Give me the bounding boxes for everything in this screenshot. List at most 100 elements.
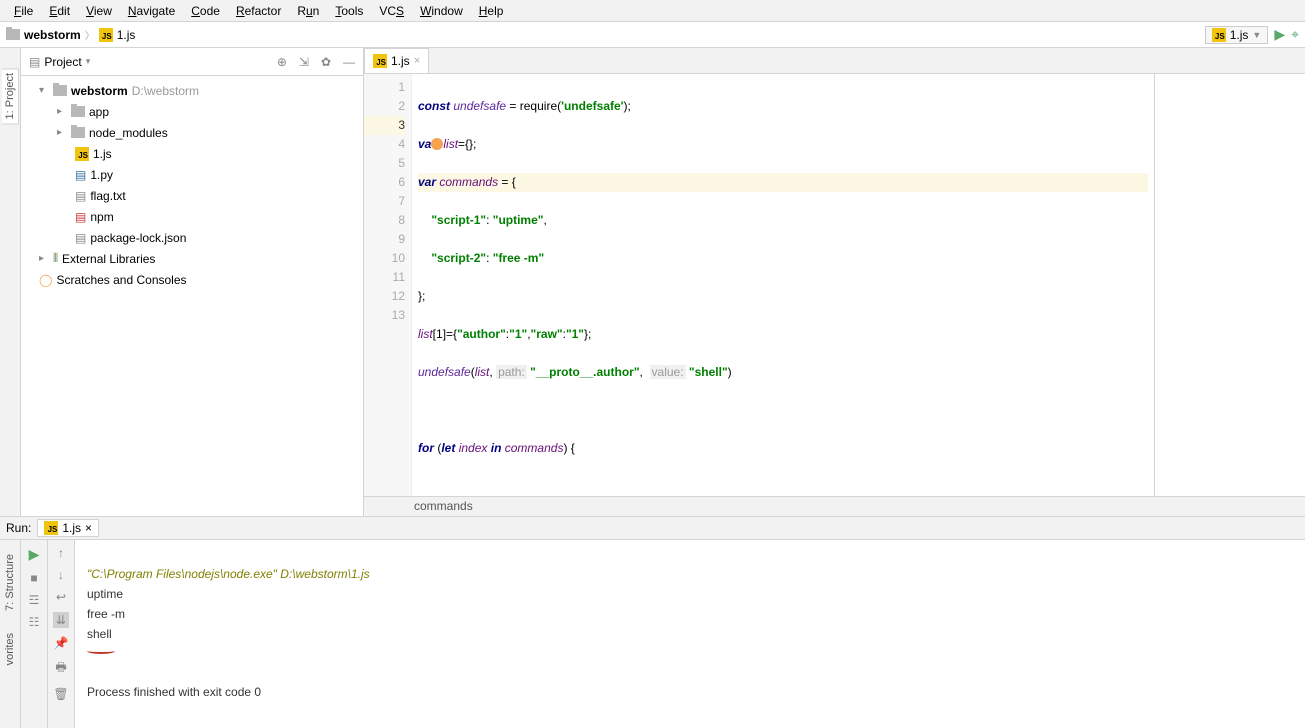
external-libraries[interactable]: ▸⫴External Libraries	[21, 248, 363, 269]
run-actions-col-1: ▶ ■ ☲ ☷	[21, 540, 48, 728]
breadcrumb[interactable]: webstorm 〉 JS 1.js	[6, 27, 135, 42]
js-file-icon: JS	[1212, 28, 1226, 42]
locate-icon[interactable]: ⊕	[277, 55, 287, 69]
menu-window[interactable]: Window	[412, 2, 471, 19]
js-file-icon: JS	[99, 28, 113, 42]
console-line: uptime	[87, 587, 123, 601]
menu-refactor[interactable]: Refactor	[228, 2, 289, 19]
scroll-icon[interactable]: ⇊	[53, 612, 69, 628]
settings-icon[interactable]: ✿	[321, 55, 331, 69]
folder-icon	[6, 29, 20, 40]
trash-icon[interactable]: 🗑	[53, 687, 68, 701]
project-header: ▤ Project ▾ ⊕ ⇲ ✿ —	[21, 48, 363, 76]
js-file-icon: JS	[75, 147, 89, 161]
print-icon[interactable]: 🖶	[55, 658, 66, 679]
layout2-button[interactable]: ☷	[29, 615, 40, 629]
project-panel: ▤ Project ▾ ⊕ ⇲ ✿ — ▾ webstorm D:\websto…	[21, 48, 364, 516]
editor-context-bar: commands	[364, 496, 1305, 516]
run-tab-1-js[interactable]: JS 1.js ×	[37, 519, 99, 537]
layout-button[interactable]: ☲	[29, 593, 40, 607]
chevron-icon: 〉	[85, 27, 95, 42]
editor-area: JS 1.js × 1 2 3 4 5 6 7 8 9 10 11 12 13 …	[364, 48, 1305, 516]
structure-tool-tab[interactable]: 7: Structure	[2, 550, 18, 615]
inspection-bulb-icon[interactable]	[431, 138, 443, 150]
run-config-label: 1.js	[1230, 28, 1249, 42]
menu-vcs[interactable]: VCS	[371, 2, 412, 19]
run-body: 7: Structure vorites ▶ ■ ☲ ☷ ↑ ↓ ↩ ⇊ 📌 🖶…	[0, 540, 1305, 728]
menu-edit[interactable]: Edit	[41, 2, 78, 19]
wrap-icon[interactable]: ↩	[56, 590, 66, 604]
menu-bar: FFileile Edit View Navigate Code Refacto…	[0, 0, 1305, 22]
run-actions-col-2: ↑ ↓ ↩ ⇊ 📌 🖶 🗑	[48, 540, 75, 728]
console-line: free -m	[87, 607, 125, 621]
project-tool-tab[interactable]: 1: Project	[2, 68, 19, 124]
editor-tabs: JS 1.js ×	[364, 48, 1305, 74]
project-root[interactable]: ▾ webstorm D:\webstorm	[21, 80, 363, 101]
tree-file-flag-txt[interactable]: ▤flag.txt	[21, 185, 363, 206]
up-icon[interactable]: ↑	[58, 546, 64, 560]
menu-tools[interactable]: Tools	[327, 2, 371, 19]
chevron-down-icon[interactable]: ▾	[86, 56, 91, 67]
js-file-icon: JS	[373, 54, 387, 68]
toolbar-right: JS 1.js ▼ ▶ ⌖	[1205, 26, 1299, 44]
rerun-button[interactable]: ▶	[29, 546, 40, 563]
tree-folder-node-modules[interactable]: ▸node_modules	[21, 122, 363, 143]
console-command: "C:\Program Files\nodejs\node.exe" D:\we…	[87, 567, 370, 581]
line-gutter[interactable]: 1 2 3 4 5 6 7 8 9 10 11 12 13	[364, 74, 412, 496]
chevron-down-icon: ▼	[1252, 30, 1261, 40]
editor-tab-1-js[interactable]: JS 1.js ×	[364, 48, 429, 73]
navigation-bar: webstorm 〉 JS 1.js JS 1.js ▼ ▶ ⌖	[0, 22, 1305, 48]
run-panel: Run: JS 1.js × 7: Structure vorites ▶ ■ …	[0, 516, 1305, 728]
menu-navigate[interactable]: Navigate	[120, 2, 183, 19]
tree-file-npm[interactable]: ▤npm	[21, 206, 363, 227]
breadcrumb-root[interactable]: webstorm	[24, 28, 81, 42]
js-file-icon: JS	[44, 521, 58, 535]
folder-icon	[71, 106, 85, 117]
run-label: Run:	[6, 521, 31, 535]
json-file-icon: ▤	[75, 231, 86, 245]
run-config-selector[interactable]: JS 1.js ▼	[1205, 26, 1269, 44]
context-label: commands	[414, 499, 473, 513]
py-file-icon: ▤	[75, 168, 86, 182]
breadcrumb-file[interactable]: 1.js	[117, 28, 136, 42]
close-icon[interactable]: ×	[414, 55, 420, 67]
library-icon: ⫴	[53, 251, 58, 266]
tree-file-package-lock[interactable]: ▤package-lock.json	[21, 227, 363, 248]
project-root-path: D:\webstorm	[132, 84, 199, 98]
tree-file-1-js[interactable]: JS1.js	[21, 143, 363, 164]
hide-icon[interactable]: —	[343, 55, 355, 69]
debug-button[interactable]: ⌖	[1291, 26, 1299, 43]
npm-icon: ▤	[75, 210, 86, 224]
favorites-tool-tab[interactable]: vorites	[2, 629, 18, 669]
menu-help[interactable]: Help	[471, 2, 512, 19]
console-line: shell	[87, 627, 112, 641]
close-icon[interactable]: ×	[85, 521, 92, 535]
menu-file[interactable]: FFileile	[6, 2, 41, 19]
code-editor[interactable]: 1 2 3 4 5 6 7 8 9 10 11 12 13 const unde…	[364, 74, 1305, 496]
console-output[interactable]: "C:\Program Files\nodejs\node.exe" D:\we…	[75, 540, 1305, 728]
console-exit: Process finished with exit code 0	[87, 685, 261, 699]
stop-button[interactable]: ■	[30, 571, 37, 585]
txt-file-icon: ▤	[75, 189, 86, 203]
menu-code[interactable]: Code	[183, 2, 228, 19]
run-button[interactable]: ▶	[1274, 26, 1285, 43]
project-root-name: webstorm	[71, 84, 128, 98]
down-icon[interactable]: ↓	[58, 568, 64, 582]
scratches-consoles[interactable]: ◯Scratches and Consoles	[21, 269, 363, 290]
run-tabs: Run: JS 1.js ×	[0, 517, 1305, 540]
main-area: 1: Project ▤ Project ▾ ⊕ ⇲ ✿ — ▾ webstor…	[0, 48, 1305, 516]
left-tool-stripe: 1: Project	[0, 48, 21, 516]
pin-icon[interactable]: 📌	[54, 636, 69, 650]
project-tree[interactable]: ▾ webstorm D:\webstorm ▸app ▸node_module…	[21, 76, 363, 516]
run-tab-label: 1.js	[62, 521, 81, 535]
collapse-icon[interactable]: ⇲	[299, 55, 309, 69]
editor-tab-label: 1.js	[391, 54, 410, 68]
folder-icon	[71, 127, 85, 138]
menu-view[interactable]: View	[78, 2, 120, 19]
left-tool-stripe-lower: 7: Structure vorites	[0, 540, 21, 728]
tree-file-1-py[interactable]: ▤1.py	[21, 164, 363, 185]
code-body[interactable]: const undefsafe = require('undefsafe'); …	[412, 74, 1155, 496]
project-title[interactable]: Project	[44, 55, 81, 69]
tree-folder-app[interactable]: ▸app	[21, 101, 363, 122]
menu-run[interactable]: Run	[289, 2, 327, 19]
